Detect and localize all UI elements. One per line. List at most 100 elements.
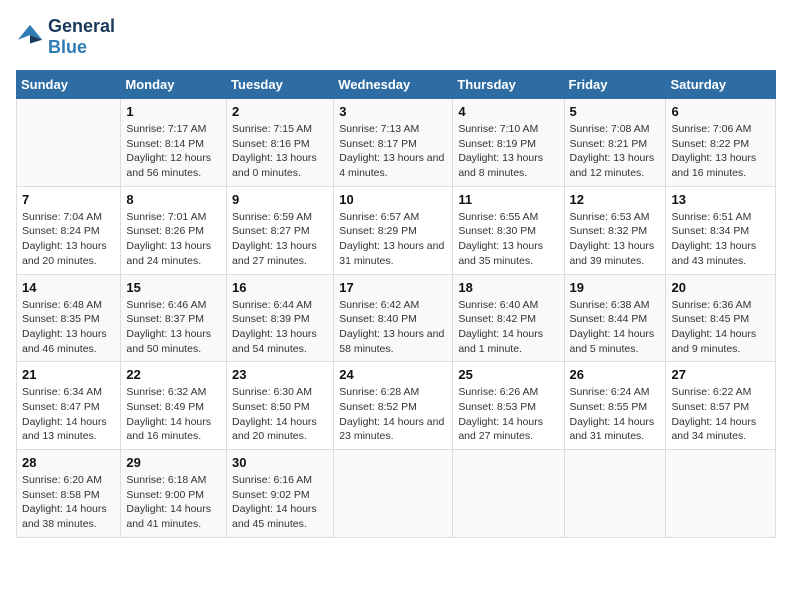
day-info: Sunrise: 6:57 AMSunset: 8:29 PMDaylight:…: [339, 210, 447, 269]
day-info: Sunrise: 6:24 AMSunset: 8:55 PMDaylight:…: [570, 385, 661, 444]
calendar-cell: [334, 450, 453, 538]
weekday-header-sunday: Sunday: [17, 71, 121, 99]
day-number: 9: [232, 192, 328, 207]
day-info: Sunrise: 6:53 AMSunset: 8:32 PMDaylight:…: [570, 210, 661, 269]
day-info: Sunrise: 6:22 AMSunset: 8:57 PMDaylight:…: [671, 385, 770, 444]
weekday-header-thursday: Thursday: [453, 71, 564, 99]
day-info: Sunrise: 7:10 AMSunset: 8:19 PMDaylight:…: [458, 122, 558, 181]
calendar-cell: [666, 450, 776, 538]
day-number: 28: [22, 455, 115, 470]
day-number: 11: [458, 192, 558, 207]
day-number: 8: [126, 192, 221, 207]
day-info: Sunrise: 7:08 AMSunset: 8:21 PMDaylight:…: [570, 122, 661, 181]
calendar-cell: 13 Sunrise: 6:51 AMSunset: 8:34 PMDayligh…: [666, 186, 776, 274]
day-info: Sunrise: 7:15 AMSunset: 8:16 PMDaylight:…: [232, 122, 328, 181]
day-info: Sunrise: 6:18 AMSunset: 9:00 PMDaylight:…: [126, 473, 221, 532]
day-info: Sunrise: 6:30 AMSunset: 8:50 PMDaylight:…: [232, 385, 328, 444]
day-number: 16: [232, 280, 328, 295]
calendar-cell: 27 Sunrise: 6:22 AMSunset: 8:57 PMDayligh…: [666, 362, 776, 450]
day-number: 4: [458, 104, 558, 119]
day-number: 21: [22, 367, 115, 382]
page-header: General Blue: [16, 16, 776, 58]
day-number: 15: [126, 280, 221, 295]
day-info: Sunrise: 6:20 AMSunset: 8:58 PMDaylight:…: [22, 473, 115, 532]
calendar-cell: 21 Sunrise: 6:34 AMSunset: 8:47 PMDayligh…: [17, 362, 121, 450]
calendar-cell: 20Sunrise: 6:36 AMSunset: 8:45 PMDayligh…: [666, 274, 776, 362]
day-info: Sunrise: 7:17 AMSunset: 8:14 PMDaylight:…: [126, 122, 221, 181]
calendar-cell: 12 Sunrise: 6:53 AMSunset: 8:32 PMDayligh…: [564, 186, 666, 274]
day-number: 5: [570, 104, 661, 119]
day-number: 13: [671, 192, 770, 207]
calendar-cell: 26 Sunrise: 6:24 AMSunset: 8:55 PMDayligh…: [564, 362, 666, 450]
calendar-cell: 3 Sunrise: 7:13 AMSunset: 8:17 PMDaylight…: [334, 99, 453, 187]
day-number: 10: [339, 192, 447, 207]
calendar-week-row: 21 Sunrise: 6:34 AMSunset: 8:47 PMDayligh…: [17, 362, 776, 450]
day-info: Sunrise: 6:59 AMSunset: 8:27 PMDaylight:…: [232, 210, 328, 269]
calendar-cell: 11 Sunrise: 6:55 AMSunset: 8:30 PMDayligh…: [453, 186, 564, 274]
day-info: Sunrise: 6:55 AMSunset: 8:30 PMDaylight:…: [458, 210, 558, 269]
calendar-cell: [453, 450, 564, 538]
day-number: 29: [126, 455, 221, 470]
calendar-cell: 9 Sunrise: 6:59 AMSunset: 8:27 PMDaylight…: [227, 186, 334, 274]
day-number: 2: [232, 104, 328, 119]
day-info: Sunrise: 6:42 AMSunset: 8:40 PMDaylight:…: [339, 298, 447, 357]
day-info: Sunrise: 6:28 AMSunset: 8:52 PMDaylight:…: [339, 385, 447, 444]
calendar-cell: 15 Sunrise: 6:46 AMSunset: 8:37 PMDayligh…: [121, 274, 227, 362]
calendar-cell: 30 Sunrise: 6:16 AMSunset: 9:02 PMDayligh…: [227, 450, 334, 538]
day-info: Sunrise: 6:38 AMSunset: 8:44 PMDaylight:…: [570, 298, 661, 357]
weekday-header-wednesday: Wednesday: [334, 71, 453, 99]
calendar-cell: 5 Sunrise: 7:08 AMSunset: 8:21 PMDaylight…: [564, 99, 666, 187]
calendar-week-row: 28 Sunrise: 6:20 AMSunset: 8:58 PMDayligh…: [17, 450, 776, 538]
weekday-header-row: SundayMondayTuesdayWednesdayThursdayFrid…: [17, 71, 776, 99]
calendar-cell: 25 Sunrise: 6:26 AMSunset: 8:53 PMDayligh…: [453, 362, 564, 450]
day-number: 1: [126, 104, 221, 119]
day-info: Sunrise: 6:32 AMSunset: 8:49 PMDaylight:…: [126, 385, 221, 444]
day-number: 22: [126, 367, 221, 382]
day-number: 27: [671, 367, 770, 382]
day-number: 12: [570, 192, 661, 207]
calendar-cell: 28 Sunrise: 6:20 AMSunset: 8:58 PMDayligh…: [17, 450, 121, 538]
calendar-cell: 7 Sunrise: 7:04 AMSunset: 8:24 PMDaylight…: [17, 186, 121, 274]
calendar-cell: 10 Sunrise: 6:57 AMSunset: 8:29 PMDayligh…: [334, 186, 453, 274]
day-number: 14: [22, 280, 115, 295]
day-number: 25: [458, 367, 558, 382]
weekday-header-saturday: Saturday: [666, 71, 776, 99]
day-info: Sunrise: 7:01 AMSunset: 8:26 PMDaylight:…: [126, 210, 221, 269]
day-number: 7: [22, 192, 115, 207]
calendar-cell: 22 Sunrise: 6:32 AMSunset: 8:49 PMDayligh…: [121, 362, 227, 450]
calendar-cell: 24Sunrise: 6:28 AMSunset: 8:52 PMDayligh…: [334, 362, 453, 450]
calendar-cell: [564, 450, 666, 538]
day-info: Sunrise: 6:51 AMSunset: 8:34 PMDaylight:…: [671, 210, 770, 269]
day-info: Sunrise: 6:46 AMSunset: 8:37 PMDaylight:…: [126, 298, 221, 357]
calendar-table: SundayMondayTuesdayWednesdayThursdayFrid…: [16, 70, 776, 538]
day-number: 30: [232, 455, 328, 470]
day-number: 20: [671, 280, 770, 295]
day-info: Sunrise: 6:34 AMSunset: 8:47 PMDaylight:…: [22, 385, 115, 444]
day-number: 18: [458, 280, 558, 295]
weekday-header-monday: Monday: [121, 71, 227, 99]
day-number: 3: [339, 104, 447, 119]
calendar-cell: 19Sunrise: 6:38 AMSunset: 8:44 PMDayligh…: [564, 274, 666, 362]
calendar-cell: 8 Sunrise: 7:01 AMSunset: 8:26 PMDaylight…: [121, 186, 227, 274]
calendar-week-row: 1 Sunrise: 7:17 AMSunset: 8:14 PMDaylight…: [17, 99, 776, 187]
day-number: 26: [570, 367, 661, 382]
logo: General Blue: [16, 16, 115, 58]
day-info: Sunrise: 6:16 AMSunset: 9:02 PMDaylight:…: [232, 473, 328, 532]
calendar-cell: 23Sunrise: 6:30 AMSunset: 8:50 PMDayligh…: [227, 362, 334, 450]
calendar-cell: 4 Sunrise: 7:10 AMSunset: 8:19 PMDaylight…: [453, 99, 564, 187]
calendar-cell: 29 Sunrise: 6:18 AMSunset: 9:00 PMDayligh…: [121, 450, 227, 538]
calendar-cell: 18 Sunrise: 6:40 AMSunset: 8:42 PMDayligh…: [453, 274, 564, 362]
day-info: Sunrise: 6:40 AMSunset: 8:42 PMDaylight:…: [458, 298, 558, 357]
calendar-cell: 17 Sunrise: 6:42 AMSunset: 8:40 PMDayligh…: [334, 274, 453, 362]
calendar-cell: 2 Sunrise: 7:15 AMSunset: 8:16 PMDaylight…: [227, 99, 334, 187]
day-info: Sunrise: 6:48 AMSunset: 8:35 PMDaylight:…: [22, 298, 115, 357]
day-number: 17: [339, 280, 447, 295]
logo-icon: [16, 23, 44, 51]
day-info: Sunrise: 6:26 AMSunset: 8:53 PMDaylight:…: [458, 385, 558, 444]
day-info: Sunrise: 7:04 AMSunset: 8:24 PMDaylight:…: [22, 210, 115, 269]
calendar-cell: 14 Sunrise: 6:48 AMSunset: 8:35 PMDayligh…: [17, 274, 121, 362]
day-info: Sunrise: 7:06 AMSunset: 8:22 PMDaylight:…: [671, 122, 770, 181]
day-info: Sunrise: 7:13 AMSunset: 8:17 PMDaylight:…: [339, 122, 447, 181]
calendar-cell: 1 Sunrise: 7:17 AMSunset: 8:14 PMDaylight…: [121, 99, 227, 187]
day-number: 6: [671, 104, 770, 119]
